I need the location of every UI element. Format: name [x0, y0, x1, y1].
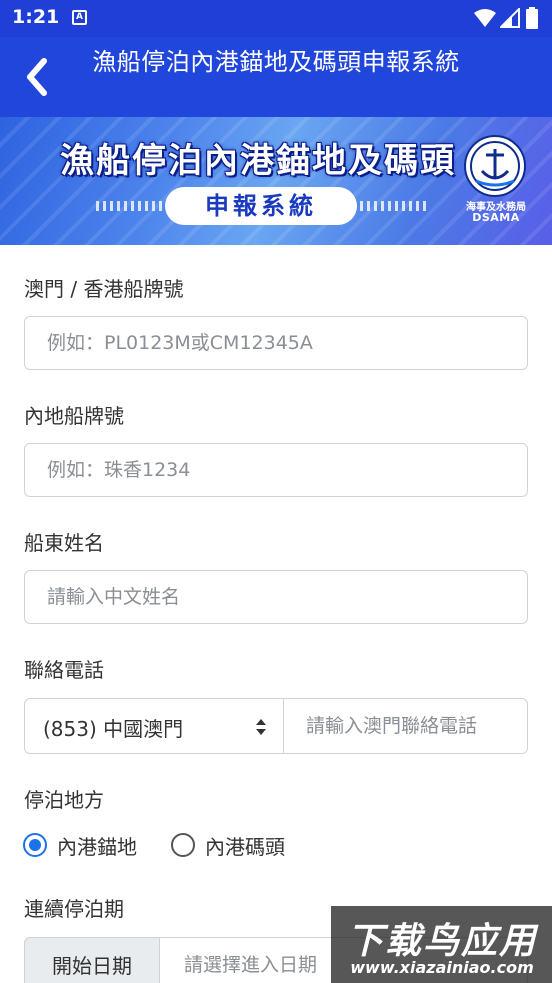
radio-label-anchorage: 內港錨地 [57, 835, 137, 859]
chevron-left-icon [27, 58, 47, 96]
dsama-logo-icon [464, 135, 526, 197]
macau-hk-plate-label: 澳門 / 香港船牌號 [24, 277, 184, 301]
radio-inner-anchorage[interactable]: 內港錨地 [23, 831, 153, 859]
country-code-value: (853) 中國澳門 [43, 717, 184, 741]
radio-button-checked[interactable] [23, 833, 47, 857]
signal-icon [500, 8, 520, 28]
back-button[interactable] [20, 57, 56, 97]
berth-place-label: 停泊地方 [24, 788, 104, 812]
status-time: 1:21 [12, 6, 60, 28]
banner-subtitle-pill: 申報系統 [165, 187, 357, 225]
radio-inner-pier[interactable]: 內港碼頭 [171, 831, 301, 859]
banner-subtitle: 申報系統 [205, 192, 317, 220]
phone-input[interactable] [284, 698, 528, 754]
page-title: 漁船停泊內港錨地及碼頭申報系統 [92, 48, 460, 76]
banner-dots-left [96, 201, 164, 211]
macau-hk-plate-input[interactable] [24, 316, 528, 370]
owner-name-input[interactable] [24, 570, 528, 624]
period-label: 連續停泊期 [24, 897, 124, 921]
watermark: 下载鸟应用 www.xiazainiao.com [331, 906, 552, 983]
watermark-text-cn: 下载鸟应用 [346, 921, 537, 962]
banner: 漁船停泊內港錨地及碼頭 申報系統 海事及水務局 DSAMA [0, 117, 552, 245]
country-code-select[interactable]: (853) 中國澳門 [24, 698, 284, 754]
radio-label-pier: 內港碼頭 [205, 835, 285, 859]
updown-arrow-icon [256, 719, 266, 735]
mainland-plate-input[interactable] [24, 443, 528, 497]
status-bar: 1:21 A [0, 0, 552, 37]
radio-dot [29, 839, 41, 851]
banner-dots-right [360, 201, 428, 211]
notification-icon: A [72, 10, 87, 25]
banner-title: 漁船停泊內港錨地及碼頭 [60, 141, 456, 181]
wifi-icon [474, 9, 496, 27]
mainland-plate-label: 內地船牌號 [24, 404, 124, 428]
owner-name-label: 船東姓名 [24, 531, 104, 555]
battery-icon [526, 7, 538, 29]
radio-button-unchecked[interactable] [171, 833, 195, 857]
phone-label: 聯絡電話 [24, 658, 104, 682]
app-bar: 漁船停泊內港錨地及碼頭申報系統 [0, 37, 552, 117]
start-date-label: 開始日期 [24, 937, 160, 983]
watermark-text-en: www.xiazainiao.com [350, 958, 534, 977]
logo-text-en: DSAMA [472, 211, 520, 224]
